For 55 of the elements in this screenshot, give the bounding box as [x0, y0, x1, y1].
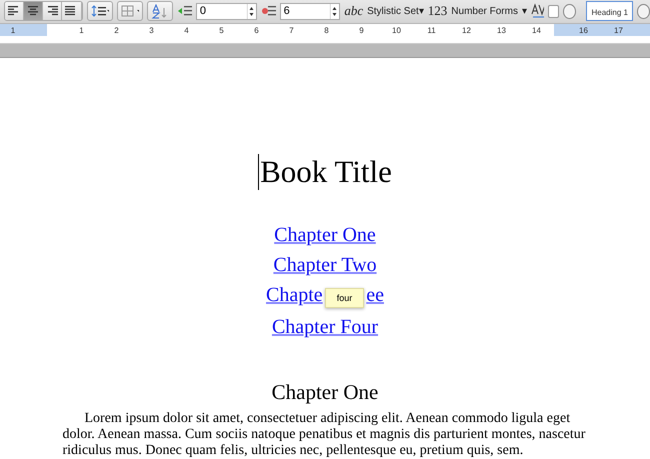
body-paragraph: Lorem ipsum dolor sit amet, consectetuer adipiscing elit. Aenean commodo ligula eget dolor. Aenean massa. Cum sociis natoque penatibus et magnis dis parturient montes, nascetur ridiculus mus. Donec quam felis, ultricies nec, pellentesque eu, pretium quis, sem. — [62, 411, 586, 459]
ruler-number: 3 — [148, 24, 155, 35]
align-button[interactable] — [43, 2, 62, 20]
align-button[interactable] — [5, 2, 24, 20]
align-right-icon — [46, 6, 58, 16]
number-forms-sample: 123 — [428, 3, 448, 20]
style-gallery-item[interactable]: Heading 1 — [586, 1, 634, 22]
ruler-number: 17 — [613, 24, 624, 35]
align-button[interactable] — [24, 2, 44, 20]
sort-icon — [150, 4, 169, 19]
align-button[interactable] — [62, 2, 82, 20]
ruler-number: 4 — [183, 24, 190, 35]
chapter-link[interactable]: Chapter Four — [272, 316, 378, 338]
ruler-number: 5 — [218, 24, 225, 35]
line-spacing-button[interactable] — [86, 1, 113, 22]
left-indent-field[interactable]: 0 — [196, 2, 257, 20]
ruler-number: 2 — [113, 24, 120, 35]
kerning-checkbox[interactable] — [548, 4, 560, 18]
ruler-number: 12 — [461, 24, 472, 35]
ruler-number: 9 — [358, 24, 365, 35]
ruler-number: 10 — [391, 24, 402, 35]
tooltip: four — [324, 288, 364, 308]
sort-button[interactable] — [146, 1, 173, 22]
ruler-number: 14 — [531, 24, 542, 35]
chapter-link[interactable]: Chapter One — [274, 224, 376, 246]
previous-style-button[interactable] — [563, 4, 576, 19]
document-title: Book Title — [258, 154, 392, 190]
stepper-icon[interactable] — [330, 4, 340, 19]
line-spacing-icon — [90, 5, 109, 18]
ruler-number: 1 — [10, 24, 16, 35]
stepper-icon[interactable] — [246, 4, 256, 19]
align-left-icon — [8, 6, 20, 16]
ruler-number: 8 — [323, 24, 330, 35]
stylistic-set-sample: abc — [344, 3, 364, 20]
caret-icon[interactable]: ▾ — [522, 5, 527, 18]
ruler-number: 6 — [253, 24, 260, 35]
ruler-number: 11 — [426, 24, 437, 35]
chapter-heading: Chapter One — [272, 380, 378, 406]
chapter-link[interactable]: ee — [366, 284, 384, 306]
right-indent-icon — [260, 5, 276, 18]
ruler-number: 13 — [496, 24, 507, 35]
chapter-link[interactable]: Chapte — [266, 284, 323, 306]
ruler-number: 16 — [578, 24, 589, 35]
character-spacing-icon — [530, 3, 544, 20]
ruler-number: 1 — [78, 24, 85, 35]
align-justify-icon — [65, 6, 78, 16]
left-indent-icon — [176, 5, 192, 18]
next-style-button[interactable] — [637, 4, 650, 19]
align-center-icon — [27, 6, 40, 16]
right-indent-field[interactable]: 6 — [280, 2, 340, 20]
stylistic-set-button[interactable]: Stylistic Set▾ — [367, 5, 424, 18]
number-forms-button[interactable]: Number Forms — [451, 6, 518, 17]
ruler-number: 7 — [288, 24, 295, 35]
chapter-link[interactable]: Chapter Two — [273, 254, 377, 276]
table-grid-icon — [120, 5, 139, 18]
